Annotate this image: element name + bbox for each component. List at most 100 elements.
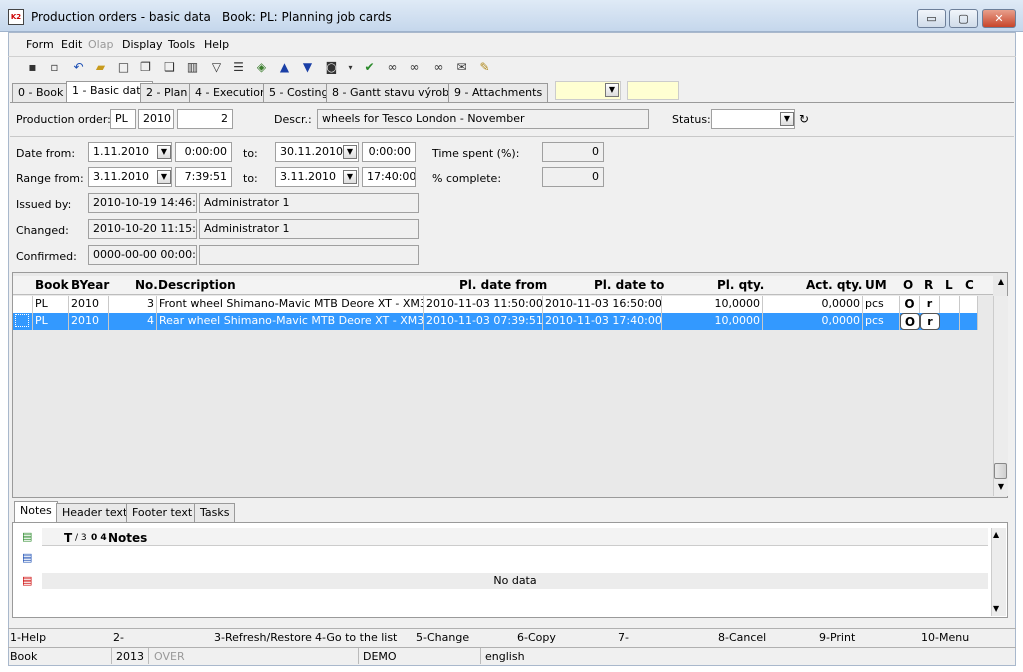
notes-col-priority[interactable]: 0 4 [91,533,107,543]
f8-cancel[interactable]: 8-Cancel [718,631,766,644]
undo-icon[interactable]: ↶ [70,59,87,76]
tab-book[interactable]: 0 - Book [12,83,70,102]
new-document-icon[interactable]: □ [115,59,132,76]
col-book[interactable]: Book [35,278,69,292]
close-button[interactable]: ✕ [982,9,1016,28]
col-c[interactable]: C [965,278,974,292]
table-row[interactable]: PL 2010 4 Rear wheel Shimano-Mavic MTB D… [13,313,978,330]
tab-costing[interactable]: 5 - Costing [263,83,335,102]
scroll-up-icon[interactable]: ▲ [996,277,1006,287]
tab-footer-text[interactable]: Footer text [126,503,199,522]
col-pl-date-to[interactable]: Pl. date to [594,278,664,292]
notes-scrollbar[interactable] [991,528,1006,616]
cell-no: 4 [109,313,157,330]
col-description[interactable]: Description [158,278,236,292]
chevron-down-icon[interactable]: ▼ [780,112,794,126]
notes-col-sort[interactable]: / 3 [75,533,87,543]
f6-copy[interactable]: 6-Copy [517,631,556,644]
tab-attachments[interactable]: 9 - Attachments [448,83,549,102]
row-selector[interactable] [13,296,33,313]
col-um[interactable]: UM [865,278,887,292]
notes-col-t[interactable]: T [64,531,72,545]
divider [148,648,149,664]
col-r[interactable]: R [924,278,933,292]
chevron-down-icon[interactable]: ▾ [342,59,359,76]
paste-icon[interactable]: ❑ [161,59,178,76]
mail-icon[interactable]: ✉ [453,59,470,76]
menu-tools[interactable]: Tools [168,38,195,51]
open-folder-icon[interactable]: ▰ [92,59,109,76]
f1-help[interactable]: 1-Help [10,631,46,644]
arrow-up-icon[interactable]: ▲ [276,59,293,76]
row-selector[interactable] [13,313,33,330]
menu-edit[interactable]: Edit [61,38,82,51]
save-all-icon[interactable]: ▫ [46,59,63,76]
binoculars-next-icon[interactable]: ∞ [406,59,423,76]
tab-plan[interactable]: 2 - Plan [140,83,194,102]
description-field[interactable]: wheels for Tesco London - November [317,109,649,129]
chevron-down-icon[interactable]: ▼ [605,83,619,97]
f7[interactable]: 7- [618,631,629,644]
title-bar: K2 Production orders - basic data Book: … [0,0,1023,32]
binoculars-edit-icon[interactable]: ∞ [430,59,447,76]
scroll-up-icon[interactable]: ▲ [993,530,999,539]
f5-change[interactable]: 5-Change [416,631,469,644]
add-note-icon[interactable]: ▤ [22,530,36,544]
edit-note-icon[interactable]: ▤ [22,551,36,565]
save-icon[interactable]: ▪ [24,59,41,76]
time-from-field[interactable]: 0:00:00 [175,142,232,162]
f4-goto-list[interactable]: 4-Go to the list [315,631,397,644]
col-byear[interactable]: BYear [71,278,109,292]
menu-form[interactable]: Form [26,38,54,51]
changed-user-field: Administrator 1 [199,219,419,239]
f9-print[interactable]: 9-Print [819,631,855,644]
year-field[interactable]: 2010 [138,109,174,129]
menu-display[interactable]: Display [122,38,163,51]
tab-notes[interactable]: Notes [14,501,58,523]
range-time-to-field[interactable]: 17:40:00 [362,167,416,187]
cell-book: PL [33,313,69,330]
menu-help[interactable]: Help [204,38,229,51]
chevron-down-icon[interactable]: ▼ [157,170,171,184]
tab-gantt[interactable]: 8 - Gantt stavu výroby [326,83,462,102]
f3-refresh[interactable]: 3-Refresh/Restore [214,631,312,644]
camera-icon[interactable]: ◙ [323,59,340,76]
chevron-down-icon[interactable]: ▼ [157,145,171,159]
book-field[interactable]: PL [110,109,136,129]
maximize-button[interactable]: ▢ [949,9,978,28]
filter-list-icon[interactable]: ☰ [230,59,247,76]
checkmark-icon[interactable]: ✔ [361,59,378,76]
copy-icon[interactable]: ❐ [137,59,154,76]
scroll-down-icon[interactable]: ▼ [993,604,999,613]
col-no[interactable]: No. [135,278,158,292]
tab-tasks[interactable]: Tasks [194,503,236,522]
table-row[interactable]: PL 2010 3 Front wheel Shimano-Mavic MTB … [13,296,978,313]
filter-icon[interactable]: ▽ [208,59,225,76]
f2[interactable]: 2- [113,631,124,644]
chevron-down-icon[interactable]: ▼ [343,145,357,159]
col-l[interactable]: L [945,278,953,292]
chevron-down-icon[interactable]: ▼ [343,170,357,184]
scroll-down-icon[interactable]: ▼ [996,482,1006,492]
tab-execution[interactable]: 4 - Execution [189,83,273,102]
delete-note-icon[interactable]: ▤ [22,574,36,588]
f10-menu[interactable]: 10-Menu [921,631,969,644]
notes-col-notes[interactable]: Notes [108,531,147,545]
range-time-from-field[interactable]: 7:39:51 [175,167,232,187]
binoculars-icon[interactable]: ∞ [384,59,401,76]
filter-field[interactable] [627,81,679,100]
number-field[interactable]: 2 [177,109,233,129]
notepad-icon[interactable]: ✎ [476,59,493,76]
stack-icon[interactable]: ◈ [253,59,270,76]
tab-header-text[interactable]: Header text [56,503,134,522]
scrollbar-thumb[interactable] [994,463,1007,479]
time-to-field[interactable]: 0:00:00 [362,142,416,162]
col-pl-qty[interactable]: Pl. qty. [717,278,764,292]
minimize-button[interactable]: ▭ [917,9,946,28]
arrow-down-icon[interactable]: ▼ [299,59,316,76]
col-act-qty[interactable]: Act. qty. [806,278,862,292]
col-pl-date-from[interactable]: Pl. date from [459,278,547,292]
book-icon[interactable]: ▥ [184,59,201,76]
col-o[interactable]: O [903,278,913,292]
refresh-icon[interactable]: ↻ [799,112,809,126]
